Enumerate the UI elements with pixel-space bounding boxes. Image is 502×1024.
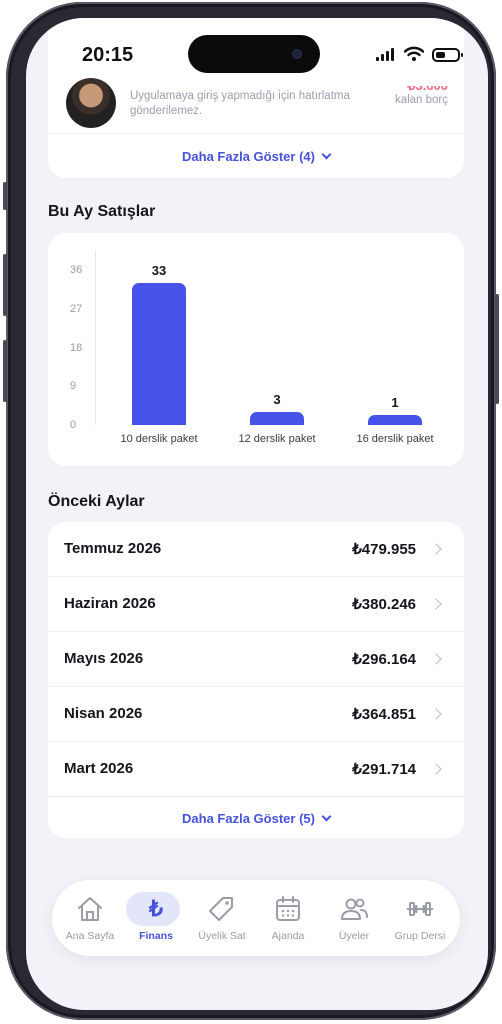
tab-label: Grup Dersi (394, 930, 446, 942)
chevron-right-icon (430, 653, 442, 665)
x-tick-label: 10 derslik paket (120, 433, 198, 445)
previous-months-title: Önceki Aylar (48, 493, 145, 510)
camera-icon (292, 49, 302, 59)
tab-finance[interactable]: ₺ Finans (124, 890, 188, 946)
tab-home[interactable]: Ana Sayfa (58, 890, 122, 946)
chevron-down-icon (321, 149, 332, 160)
chevron-right-icon (430, 543, 442, 555)
x-tick-label: 12 derslik paket (238, 433, 316, 445)
home-icon (78, 897, 102, 921)
tab-label: Ajanda (271, 930, 305, 942)
chart-bar (132, 282, 186, 425)
action-button (3, 182, 7, 210)
debt-caption: kalan borç (394, 94, 448, 106)
previous-months-card: Temmuz 2026 ₺479.955 Haziran 2026 ₺380.2… (48, 522, 464, 838)
month-row[interactable]: Mart 2026 ₺291.714 (48, 742, 464, 797)
volume-down-button (3, 340, 7, 402)
chart-bar (250, 412, 304, 425)
y-axis-line (95, 251, 96, 425)
calendar-icon (276, 896, 300, 921)
divider (48, 133, 464, 134)
tab-label: Ana Sayfa (65, 930, 115, 942)
month-row[interactable]: Temmuz 2026 ₺479.955 (48, 522, 464, 577)
show-more-months-button[interactable]: Daha Fazla Göster (5) (48, 811, 464, 826)
wifi-icon (404, 46, 424, 61)
signal-icon (376, 48, 394, 61)
month-row[interactable]: Haziran 2026 ₺380.246 (48, 577, 464, 632)
y-tick-label: 18 (70, 341, 83, 354)
phone-frame: Uygulamaya giriş yapmadığı için hatırlat… (3, 2, 499, 1020)
volume-up-button (3, 254, 7, 316)
y-tick-label: 9 (70, 380, 77, 393)
bar-value-label: 1 (391, 395, 399, 410)
month-amount: ₺479.955 (352, 541, 416, 558)
tab-members[interactable]: Üyeler (322, 890, 386, 946)
chevron-down-icon (321, 811, 332, 822)
month-amount: ₺364.851 (352, 706, 416, 723)
reminder-message: Uygulamaya giriş yapmadığı için hatırlat… (130, 90, 350, 117)
y-tick-label: 36 (70, 264, 83, 276)
month-label: Mart 2026 (64, 760, 134, 777)
y-tick-label: 27 (70, 302, 83, 315)
status-bar: 20:15 (26, 18, 488, 88)
month-label: Nisan 2026 (64, 705, 143, 722)
chevron-right-icon (430, 763, 442, 775)
month-label: Haziran 2026 (64, 595, 156, 612)
y-tick-label: 0 (70, 419, 77, 431)
sales-section-title: Bu Ay Satışlar (48, 203, 156, 220)
chevron-right-icon (430, 598, 442, 610)
month-amount: ₺291.714 (352, 761, 416, 778)
tag-icon (209, 897, 233, 921)
lira-icon: ₺ (149, 896, 163, 921)
x-tick-label: 16 derslik paket (356, 433, 434, 445)
tab-label: Üyelik Sat (198, 930, 246, 942)
tab-label: Finans (139, 930, 173, 942)
month-amount: ₺296.164 (352, 651, 416, 668)
users-icon (341, 898, 368, 920)
tab-sell-membership[interactable]: Üyelik Sat (190, 890, 254, 946)
show-more-label: Daha Fazla Göster (4) (182, 149, 315, 164)
tab-group-class[interactable]: Grup Dersi (388, 890, 452, 946)
month-label: Temmuz 2026 (64, 540, 162, 557)
show-more-label: Daha Fazla Göster (5) (182, 811, 315, 826)
tab-agenda[interactable]: Ajanda (256, 890, 320, 946)
show-more-debts-button[interactable]: Daha Fazla Göster (4) (48, 149, 464, 164)
bottom-tab-bar: Ana Sayfa ₺ Finans Üyelik Sat Ajanda Üye… (52, 880, 460, 956)
chart-bar (368, 415, 422, 425)
tab-label: Üyeler (338, 930, 370, 942)
bar-value-label: 33 (151, 262, 167, 278)
month-amount: ₺380.246 (352, 596, 416, 613)
month-label: Mayıs 2026 (64, 650, 144, 667)
month-row[interactable]: Mayıs 2026 ₺296.164 (48, 632, 464, 687)
chevron-right-icon (430, 708, 442, 720)
power-button (495, 294, 499, 404)
month-row[interactable]: Nisan 2026 ₺364.851 (48, 687, 464, 742)
sales-chart-card: 36 27 18 9 0 33 10 derslik paket 3 12 derslik pa… (48, 233, 464, 466)
bar-value-label: 3 (273, 392, 281, 408)
app-screen: Uygulamaya giriş yapmadığı için hatırlat… (26, 18, 488, 1010)
battery-icon (432, 48, 463, 62)
clock: 20:15 (82, 44, 134, 66)
dynamic-island (188, 35, 320, 73)
dumbbell-icon (407, 902, 433, 916)
